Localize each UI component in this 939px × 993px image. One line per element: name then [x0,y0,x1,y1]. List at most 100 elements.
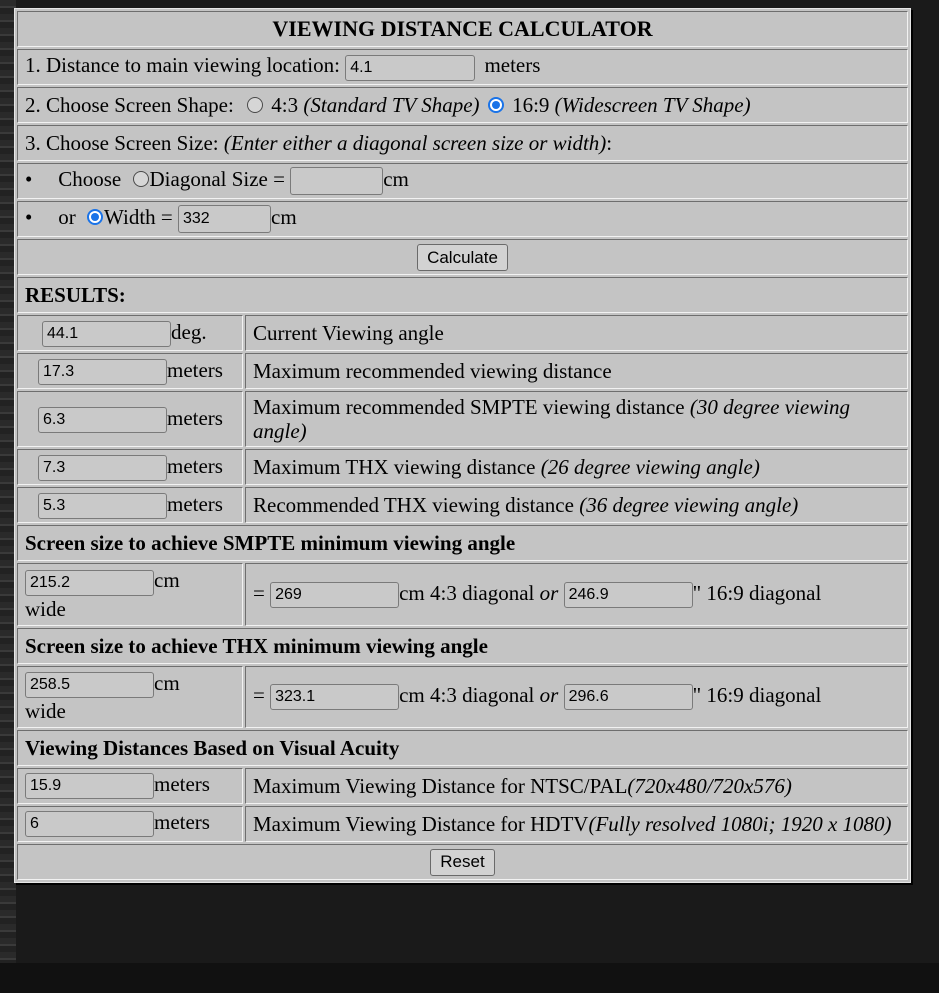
result-desc-cell: Maximum THX viewing distance (26 degree … [245,449,908,486]
width-row: • or Width = cm [17,201,908,238]
acuity-note: (Fully resolved 1080i; 1920 x 1080) [588,811,892,836]
bullet-icon: • [25,167,33,191]
acuity-heading: Viewing Distances Based on Visual Acuity [17,729,908,766]
calculate-button[interactable]: Calculate [417,244,508,272]
shape-16-9-ratio: 16:9 [512,93,550,117]
choose-text: Choose [58,167,122,191]
acuity-note: (720x480/720x576) [627,773,792,798]
result-desc: Recommended THX viewing distance [253,493,574,518]
radio-16-9[interactable] [487,97,504,113]
thx-heading: Screen size to achieve THX minimum viewi… [17,627,908,664]
acuity-hdtv-input[interactable] [25,811,154,838]
width-input[interactable] [178,205,271,234]
background-bottom [0,963,939,993]
result-max-distance-input[interactable] [38,358,167,385]
acuity-desc: Maximum Viewing Distance for HDTV [253,811,589,836]
smpte-diag169-label: " 16:9 diagonal [692,580,822,605]
acuity-desc-cell: Maximum Viewing Distance for HDTV(Fully … [245,805,908,842]
distance-label: 1. Distance to main viewing location: [25,53,340,78]
result-value-cell: deg. [17,315,243,352]
width-unit: cm [271,205,297,230]
calculator-title: VIEWING DISTANCE CALCULATOR [17,11,908,47]
thx-diag43-input[interactable] [270,684,400,711]
radio-4-3[interactable] [247,97,264,113]
result-thx-rec-input[interactable] [38,492,167,519]
distance-input[interactable] [345,54,476,81]
result-smpte-distance-input[interactable] [38,406,167,433]
thx-diag43-label: cm 4:3 diagonal [399,683,535,708]
result-unit: meters [167,491,223,516]
result-value-cell: meters [17,391,243,448]
shape-4-3-ratio: 4:3 [271,93,299,117]
reset-row: Reset [17,843,908,880]
diagonal-unit: cm [383,167,409,191]
calculate-row: Calculate [17,239,908,276]
result-note: (26 degree viewing angle) [540,455,760,480]
result-unit: meters [167,453,223,478]
thx-diagonal-cell: = cm 4:3 diagonal or " 16:9 diagonal [245,665,908,728]
smpte-eq: = [253,580,265,605]
results-heading: RESULTS: [17,277,908,314]
diagonal-input[interactable] [290,167,384,196]
thx-diag169-label: " 16:9 diagonal [692,683,822,708]
or-text: or [58,205,76,230]
shape-label: 2. Choose Screen Shape: [25,93,234,117]
size-label: 3. Choose Screen Size: [25,131,219,155]
result-desc-cell: Recommended THX viewing distance (36 deg… [245,487,908,524]
result-note: (36 degree viewing angle) [579,493,799,518]
acuity-unit: meters [154,810,210,835]
diagonal-row: • Choose Diagonal Size = cm [17,163,908,200]
result-thx-max-input[interactable] [38,454,167,481]
acuity-value-cell: meters [17,805,243,842]
thx-width-unit: cm [154,670,180,695]
thx-or: or [539,683,559,708]
result-desc-cell: Maximum recommended SMPTE viewing distan… [245,391,908,448]
result-desc: Maximum recommended SMPTE viewing distan… [253,395,685,420]
thx-width-input[interactable] [25,671,154,698]
smpte-width-cell: cm wide [17,563,243,626]
result-value-cell: meters [17,449,243,486]
radio-diagonal[interactable] [132,171,149,187]
width-label: Width = [104,205,173,230]
acuity-value-cell: meters [17,767,243,804]
result-desc-cell: Maximum recommended viewing distance [245,353,908,390]
size-label-note: (Enter either a diagonal screen size or … [223,131,607,155]
smpte-wide-text: wide [25,596,66,621]
result-unit: meters [167,405,223,430]
result-unit: meters [167,357,223,382]
shape-row: 2. Choose Screen Shape: 4:3 (Standard TV… [17,87,908,123]
reset-button[interactable]: Reset [430,848,495,876]
smpte-width-input[interactable] [25,569,154,596]
smpte-heading: Screen size to achieve SMPTE minimum vie… [17,525,908,562]
thx-diag169-input[interactable] [563,684,693,711]
size-label-end: : [606,131,613,155]
result-desc: Maximum THX viewing distance [253,455,536,480]
distance-unit: meters [484,53,541,78]
acuity-desc: Maximum Viewing Distance for NTSC/PAL [253,773,628,798]
shape-16-9-desc: (Widescreen TV Shape) [554,93,751,117]
smpte-diag43-label: cm 4:3 diagonal [399,580,535,605]
result-desc: Maximum recommended viewing distance [253,359,612,384]
smpte-diag169-input[interactable] [563,582,693,609]
shape-4-3-desc: (Standard TV Shape) [303,93,480,117]
size-row: 3. Choose Screen Size: (Enter either a d… [17,125,908,161]
thx-width-cell: cm wide [17,665,243,728]
smpte-diagonal-cell: = cm 4:3 diagonal or " 16:9 diagonal [245,563,908,626]
result-value-cell: meters [17,487,243,524]
result-desc: Current Viewing angle [253,321,444,346]
diagonal-label: Diagonal Size = [149,167,285,191]
result-unit: deg. [171,319,207,344]
result-desc-cell: Current Viewing angle [245,315,908,352]
thx-eq: = [253,683,265,708]
smpte-width-unit: cm [154,568,180,593]
result-angle-input[interactable] [42,320,171,347]
radio-width[interactable] [87,209,103,226]
result-value-cell: meters [17,353,243,390]
viewing-distance-calculator: VIEWING DISTANCE CALCULATOR 1. Distance … [14,8,911,883]
acuity-ntsc-input[interactable] [25,773,154,800]
acuity-unit: meters [154,772,210,797]
acuity-desc-cell: Maximum Viewing Distance for NTSC/PAL(72… [245,767,908,804]
distance-row: 1. Distance to main viewing location: me… [17,49,908,85]
smpte-diag43-input[interactable] [270,582,400,609]
smpte-or: or [539,580,559,605]
